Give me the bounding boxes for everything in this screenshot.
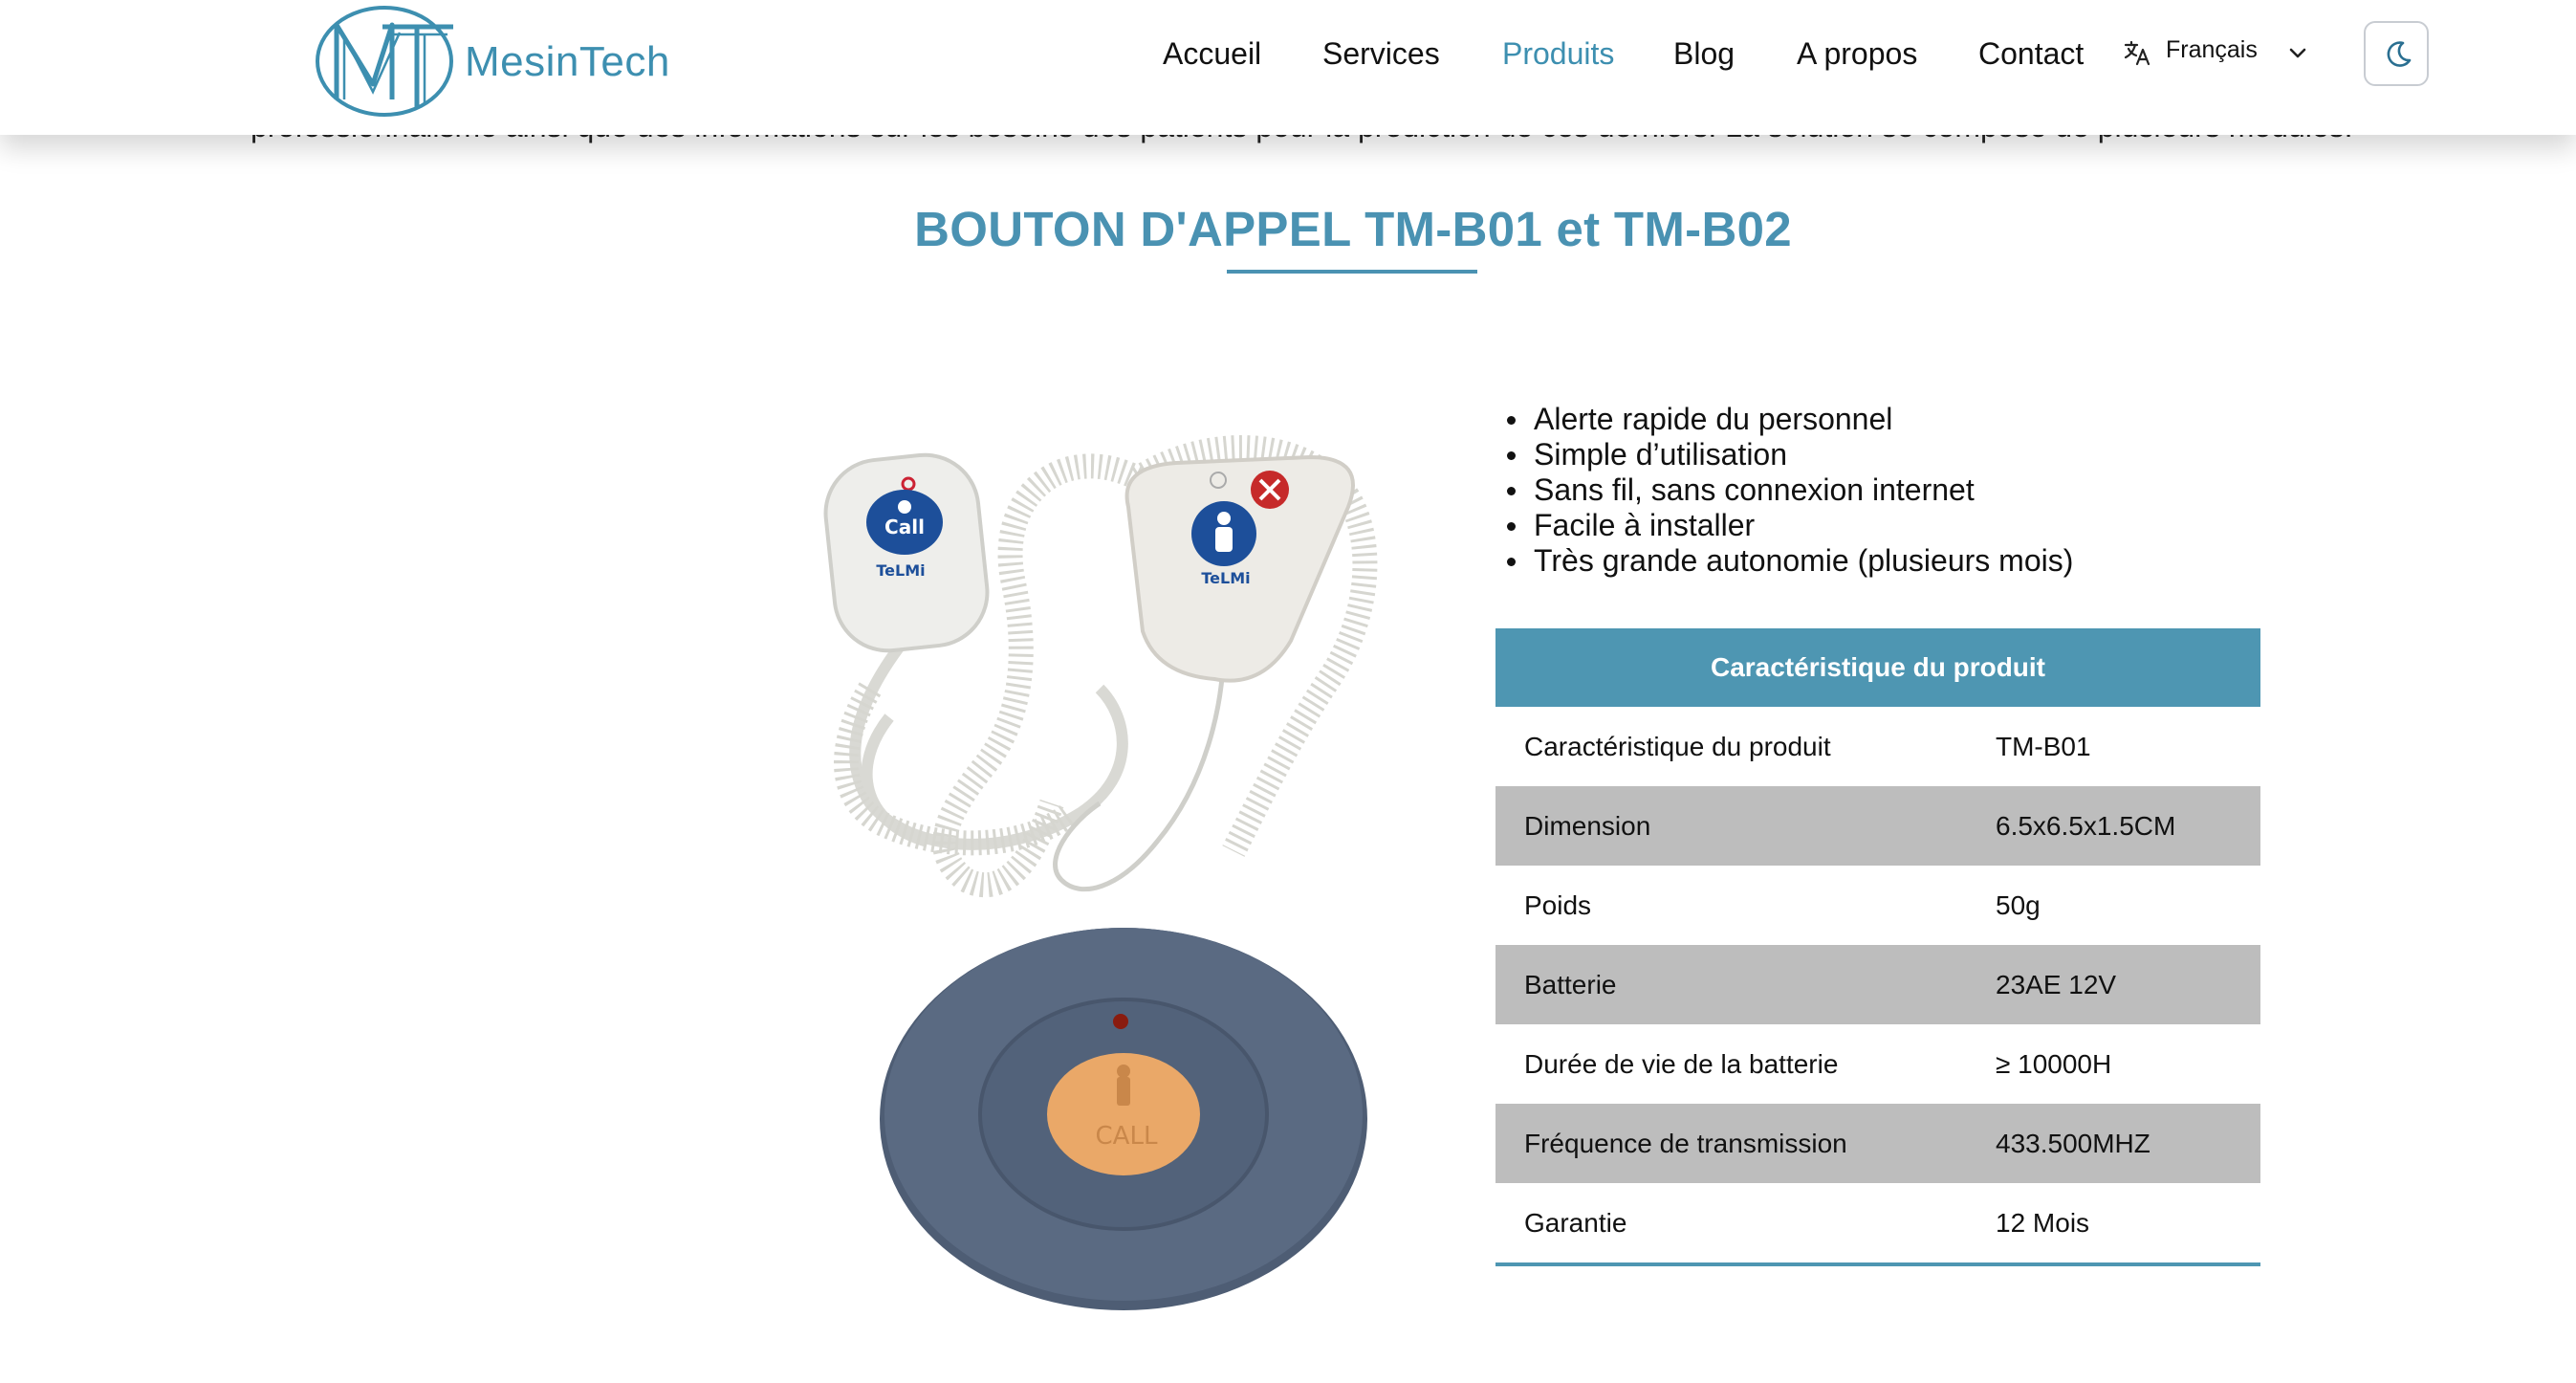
- table-row: Garantie 12 Mois: [1495, 1183, 2260, 1262]
- spec-table: Caractéristique du produit Caractéristiq…: [1495, 628, 2260, 1266]
- spec-key: Poids: [1524, 890, 1592, 920]
- spec-key: Durée de vie de la batterie: [1524, 1049, 1839, 1079]
- pendant-large: TeLMi: [1124, 454, 1355, 683]
- feature-item: Très grande autonomie (plusieurs mois): [1503, 543, 2073, 579]
- spec-value: 433.500MHZ: [1996, 1129, 2150, 1158]
- table-row: Durée de vie de la batterie ≥ 10000H: [1495, 1024, 2260, 1104]
- pendant-brand-label: TeLMi: [876, 561, 925, 580]
- logo-text: MesinTech: [465, 38, 670, 85]
- logo[interactable]: MesinTech: [316, 4, 679, 119]
- nav-produits[interactable]: Produits: [1502, 36, 1614, 72]
- spec-value: 50g: [1996, 890, 2041, 920]
- nav-services[interactable]: Services: [1322, 36, 1440, 72]
- spec-key: Garantie: [1524, 1208, 1627, 1238]
- language-label: Français: [2166, 36, 2258, 63]
- table-row: Poids 50g: [1495, 866, 2260, 945]
- title-underline: [1227, 270, 1477, 274]
- spec-value: 12 Mois: [1996, 1208, 2090, 1238]
- pendant-call-label: Call: [884, 516, 925, 538]
- nav-accueil[interactable]: Accueil: [1163, 36, 1261, 72]
- translate-icon: [2124, 40, 2150, 66]
- feature-item: Alerte rapide du personnel: [1503, 402, 2073, 437]
- pendant-small: Call TeLMi: [823, 452, 990, 653]
- spec-key: Caractéristique du produit: [1524, 732, 1831, 761]
- feature-item: Simple d’utilisation: [1503, 437, 2073, 472]
- product-image: Call TeLMi TeLMi CALL: [813, 402, 1425, 1320]
- spec-table-header: Caractéristique du produit: [1495, 628, 2260, 707]
- spec-value: 23AE 12V: [1996, 970, 2117, 999]
- features-list: Alerte rapide du personnel Simple d’util…: [1503, 402, 2073, 579]
- spec-key: Fréquence de transmission: [1524, 1129, 1847, 1158]
- spec-value: ≥ 10000H: [1996, 1049, 2112, 1079]
- spec-value: 6.5x6.5x1.5CM: [1996, 811, 2176, 841]
- table-row: Caractéristique du produit TM-B01: [1495, 707, 2260, 786]
- nav-a-propos[interactable]: A propos: [1797, 36, 1917, 72]
- logo-mark-icon: [316, 6, 453, 117]
- disc-call-button: CALL: [880, 928, 1367, 1310]
- site-header: MesinTech Accueil Services Produits Blog…: [0, 0, 2576, 135]
- nav-blog[interactable]: Blog: [1673, 36, 1735, 72]
- feature-item: Sans fil, sans connexion internet: [1503, 472, 2073, 508]
- feature-item: Facile à installer: [1503, 508, 2073, 543]
- disc-call-label: CALL: [1096, 1122, 1158, 1151]
- spec-value: TM-B01: [1996, 732, 2091, 761]
- spec-key: Dimension: [1524, 811, 1651, 841]
- page-title: BOUTON D'APPEL TM-B01 et TM-B02: [914, 202, 1792, 256]
- nav-contact[interactable]: Contact: [1978, 36, 2084, 72]
- spec-key: Batterie: [1524, 970, 1617, 999]
- table-row: Dimension 6.5x6.5x1.5CM: [1495, 786, 2260, 866]
- table-row: Batterie 23AE 12V: [1495, 945, 2260, 1024]
- spec-table-bottom-border: [1495, 1262, 2260, 1266]
- chevron-down-icon: [2289, 48, 2306, 58]
- moon-icon: [2387, 41, 2412, 67]
- theme-toggle-button[interactable]: [2364, 21, 2429, 86]
- pendant-large-brand-label: TeLMi: [1201, 569, 1250, 587]
- table-row: Fréquence de transmission 433.500MHZ: [1495, 1104, 2260, 1183]
